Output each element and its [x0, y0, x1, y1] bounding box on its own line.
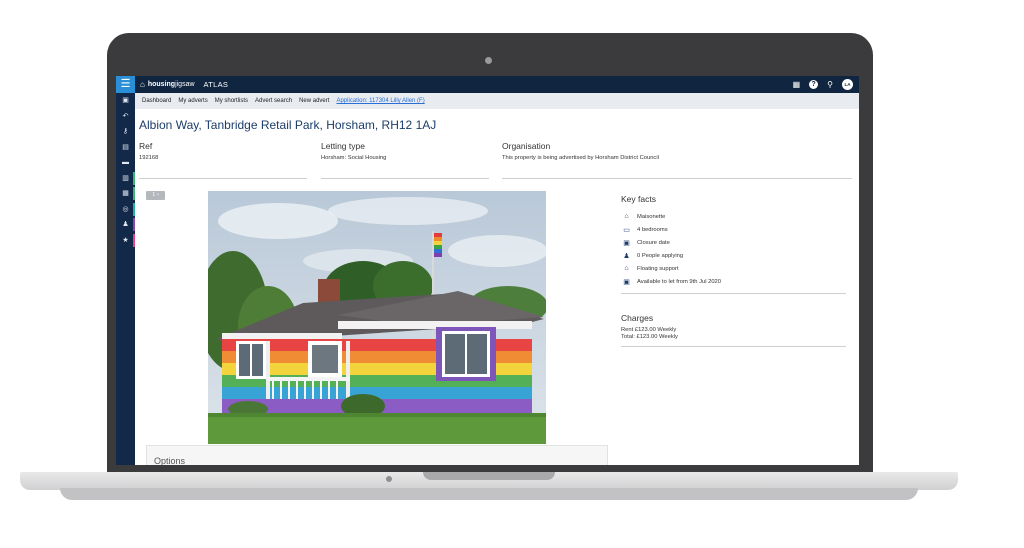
users-icon: ♟: [122, 221, 129, 228]
brand-name: housingjigsaw: [147, 81, 195, 88]
nav-item-key[interactable]: ⚷: [116, 124, 135, 140]
organisation-section: Organisation This property is being adve…: [502, 141, 852, 179]
subnav-my-shortlists[interactable]: My shortlists: [215, 98, 248, 104]
undo-icon: ↶: [122, 112, 129, 120]
building-icon: ▥: [122, 174, 129, 182]
divider: [621, 346, 846, 347]
letting-type-value: Horsham: Social Housing: [321, 155, 387, 161]
ref-value: 192168: [139, 155, 159, 161]
chart-icon: ▦: [122, 190, 129, 197]
avatar[interactable]: LA: [842, 79, 853, 90]
grid-icon[interactable]: ▦: [793, 78, 801, 91]
nav-item-building[interactable]: ▥: [116, 171, 135, 187]
house-icon: ⌂: [624, 213, 629, 220]
top-bar-actions: ▦ ? ⚲ LA: [793, 78, 853, 91]
nav-item-chart[interactable]: ▦: [116, 186, 135, 202]
key-fact-row: ⌂ Maisonette: [621, 210, 846, 223]
laptop-base-shadow: [60, 488, 918, 500]
app-screen: ☰ ⌂ housingjigsaw ATLAS ▦ ? ⚲ LA ▣ ↶ ⚷ ▤ ▬ ▥ ▦…: [116, 76, 859, 465]
subnav-advert-search[interactable]: Advert search: [255, 98, 292, 104]
subnav-new-advert[interactable]: New advert: [299, 98, 329, 104]
product-name: ATLAS: [203, 80, 229, 89]
key-fact-label: Maisonette: [637, 213, 666, 220]
nav-item-undo[interactable]: ↶: [116, 109, 135, 125]
help-icon[interactable]: ?: [809, 80, 819, 89]
left-nav: ▣ ↶ ⚷ ▤ ▬ ▥ ▦ ◎ ♟ ★: [116, 93, 135, 465]
key-fact-row: ▣ Closure date: [621, 236, 846, 249]
nav-item-id-card[interactable]: ▣: [116, 93, 135, 109]
car-icon: ▬: [122, 159, 129, 166]
nav-item-document[interactable]: ▤: [116, 140, 135, 156]
key-facts-heading: Key facts: [621, 194, 656, 204]
letting-type-label: Letting type: [321, 141, 365, 151]
target-icon: ◎: [122, 205, 129, 213]
key-icon: ⚷: [122, 128, 129, 135]
rent-value: Rent £123.00 Weekly: [621, 327, 677, 333]
laptop-indicator: [386, 476, 392, 482]
organisation-label: Organisation: [502, 141, 551, 151]
key-facts-section: Key facts ⌂ Maisonette ▭ 4 bedrooms ▣ Closure…: [621, 194, 846, 294]
letting-type-section: Letting type Horsham: Social Housing: [321, 141, 489, 179]
nav-item-target[interactable]: ◎: [116, 202, 135, 218]
key-fact-label: Closure date: [637, 239, 670, 246]
people-icon: ♟: [623, 252, 630, 260]
nav-item-users[interactable]: ♟: [116, 217, 135, 233]
calendar-icon: ▣: [623, 239, 630, 247]
home-support-icon: ⌂: [624, 265, 629, 272]
options-heading: Options: [154, 456, 186, 465]
house-logo-icon: ⌂: [140, 80, 145, 89]
key-facts-list: ⌂ Maisonette ▭ 4 bedrooms ▣ Closure date ♟ 0 Pe…: [621, 210, 846, 288]
camera-icon: ▫: [156, 192, 159, 198]
divider: [139, 178, 307, 179]
advert-detail: Albion Way, Tanbridge Retail Park, Horsh…: [135, 109, 859, 465]
hamburger-menu-button[interactable]: ☰: [116, 76, 135, 93]
key-fact-row: ⌂ Floating support: [621, 262, 846, 275]
subnav-my-adverts[interactable]: My adverts: [178, 98, 207, 104]
key-fact-label: Available to let from 9th Jul 2020: [637, 278, 721, 285]
photo-count-badge[interactable]: 1 ▫: [146, 191, 165, 200]
laptop-mockup: ☰ ⌂ housingjigsaw ATLAS ▦ ? ⚲ LA ▣ ↶ ⚷ ▤ ▬ ▥ ▦…: [0, 0, 1024, 548]
property-photo[interactable]: [208, 191, 546, 444]
ref-label: Ref: [139, 141, 153, 151]
charges-heading: Charges: [621, 313, 654, 323]
bed-icon: ▭: [623, 226, 630, 234]
application-link[interactable]: Application: 117304 Lilly Allen (F): [336, 98, 424, 104]
divider: [621, 293, 846, 294]
subnav-dashboard[interactable]: Dashboard: [142, 98, 171, 104]
key-fact-label: 4 bedrooms: [637, 226, 668, 233]
divider: [321, 178, 489, 179]
options-panel[interactable]: Options: [146, 445, 608, 465]
search-icon[interactable]: ⚲: [827, 78, 833, 91]
total-value: Total: £123.00 Weekly: [621, 334, 678, 340]
key-fact-row: ♟ 0 People applying: [621, 249, 846, 262]
page-title: Albion Way, Tanbridge Retail Park, Horsh…: [139, 118, 437, 132]
nav-item-car[interactable]: ▬: [116, 155, 135, 171]
calendar-icon: ▣: [623, 278, 630, 286]
document-icon: ▤: [122, 143, 129, 151]
charges-section: Charges Rent £123.00 Weekly Total: £123.…: [621, 313, 846, 347]
key-fact-row: ▣ Available to let from 9th Jul 2020: [621, 275, 846, 288]
organisation-value: This property is being advertised by Hor…: [502, 155, 659, 161]
id-card-icon: ▣: [122, 97, 129, 104]
nav-item-star[interactable]: ★: [116, 233, 135, 249]
laptop-notch: [423, 472, 555, 480]
divider: [502, 178, 852, 179]
ref-section: Ref 192168: [139, 141, 307, 179]
key-fact-label: Floating support: [637, 265, 679, 272]
key-fact-row: ▭ 4 bedrooms: [621, 223, 846, 236]
app-logo[interactable]: ⌂ housingjigsaw ATLAS: [140, 79, 228, 90]
sub-nav: Dashboard My adverts My shortlists Adver…: [135, 93, 859, 109]
menu-icon: ☰: [120, 78, 131, 90]
key-fact-label: 0 People applying: [637, 252, 684, 259]
top-bar: ☰ ⌂ housingjigsaw ATLAS ▦ ? ⚲ LA: [116, 76, 859, 93]
camera-icon: [485, 57, 492, 64]
star-icon: ★: [122, 236, 129, 244]
